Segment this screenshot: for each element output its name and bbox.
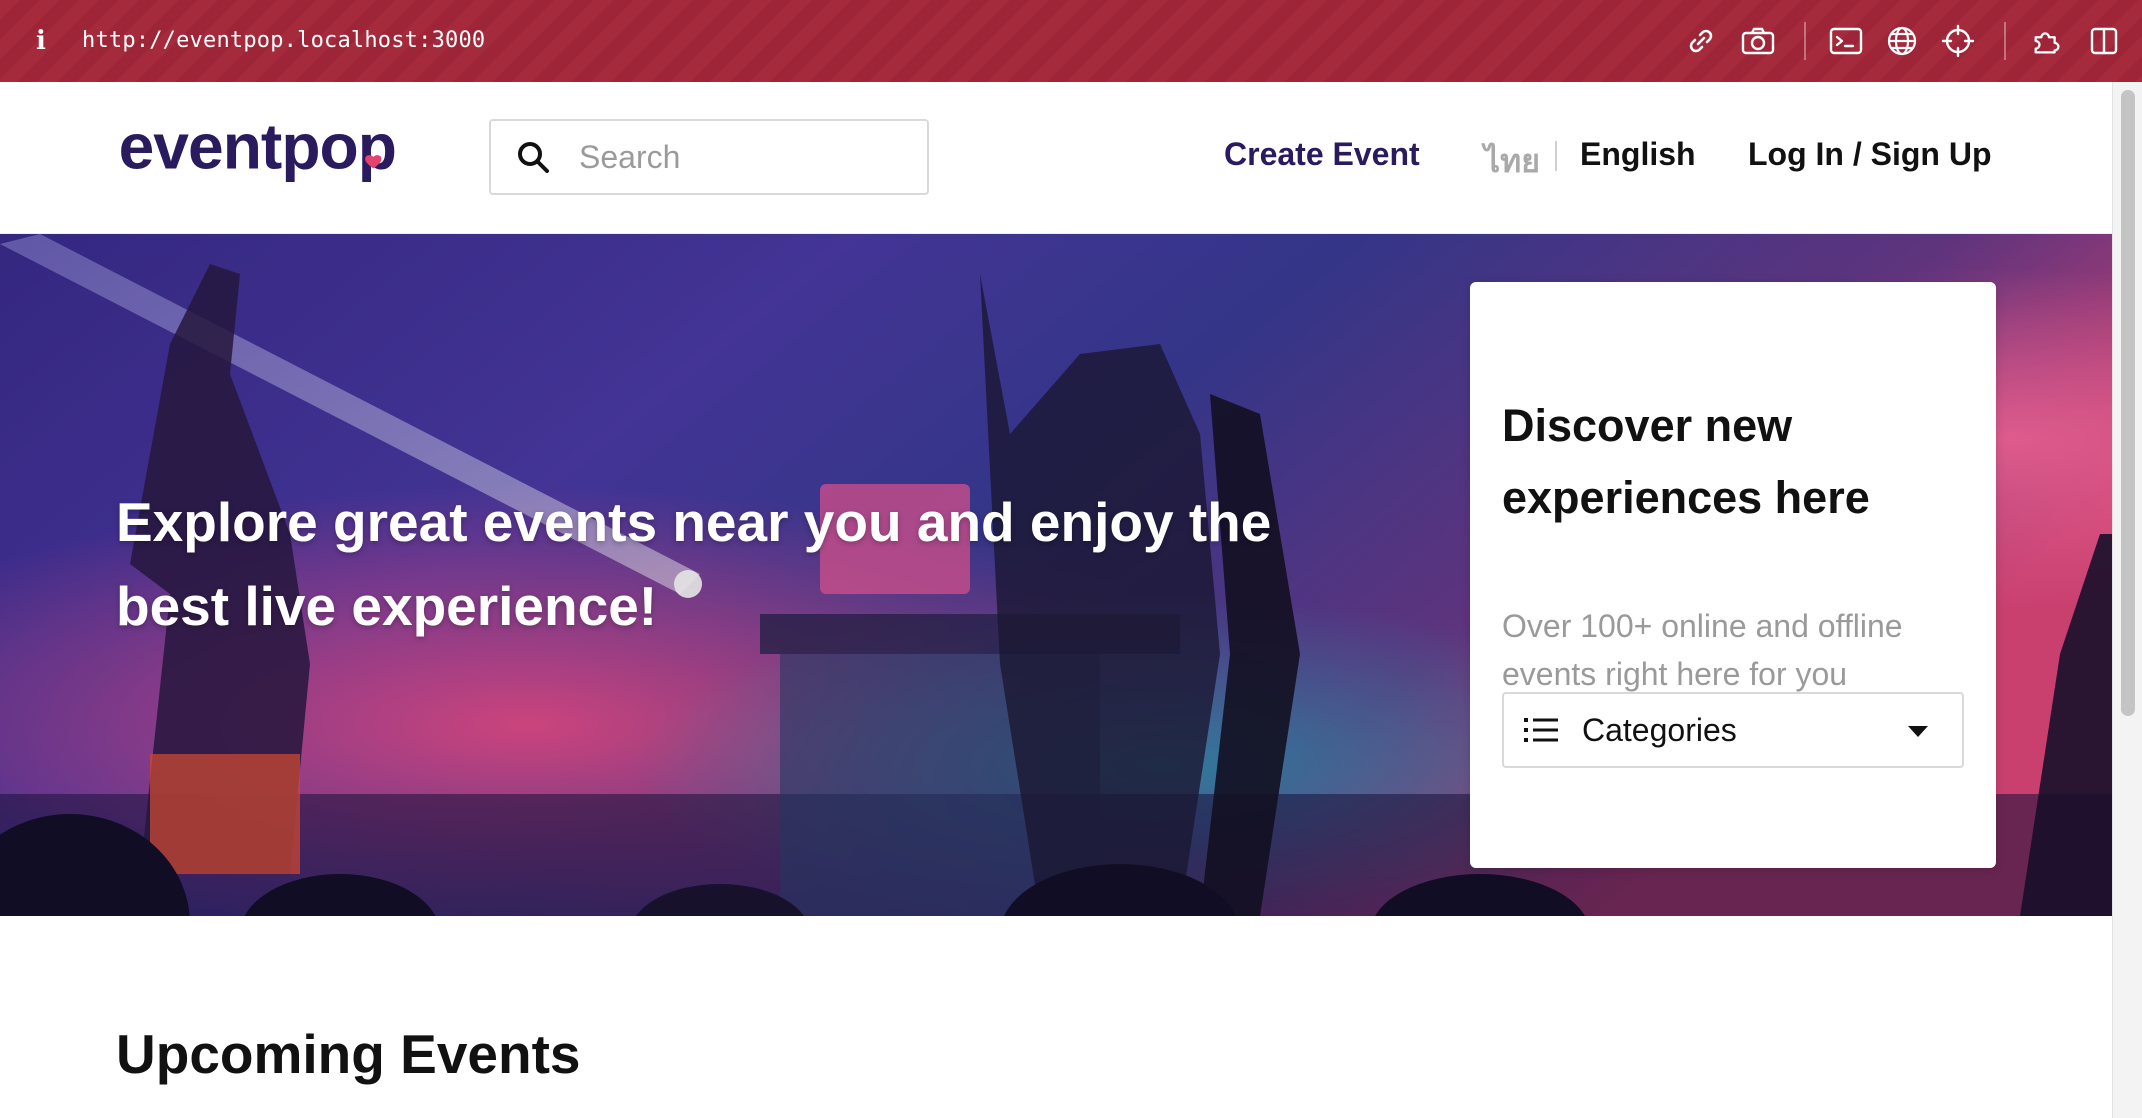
address-bar-url[interactable]: http://eventpop.localhost:3000	[82, 28, 485, 53]
language-thai[interactable]: ไทย	[1484, 136, 1540, 187]
search-input[interactable]	[579, 138, 899, 176]
upcoming-events-heading: Upcoming Events	[116, 1023, 581, 1085]
eventpop-logo[interactable]: eventpop	[114, 118, 444, 188]
crosshair-icon[interactable]	[1940, 23, 1976, 59]
sidebar-icon[interactable]	[2086, 23, 2122, 59]
search-icon	[513, 137, 553, 177]
categories-label: Categories	[1582, 711, 1737, 748]
login-signup-link[interactable]: Log In / Sign Up	[1748, 136, 1992, 173]
terminal-icon[interactable]	[1828, 23, 1864, 59]
discover-card-title: Discover new experiences here	[1502, 400, 1870, 523]
browser-toolbar: i http://eventpop.localhost:3000	[0, 0, 2142, 82]
hero-headline: Explore great events near you and enjoy …	[116, 491, 1272, 637]
link-icon[interactable]	[1683, 23, 1719, 59]
extensions-icon[interactable]	[2030, 23, 2066, 59]
logo-text: eventpop	[119, 118, 396, 183]
page-scrollbar[interactable]	[2112, 82, 2142, 1118]
scrollbar-thumb[interactable]	[2121, 90, 2135, 716]
globe-icon[interactable]	[1884, 23, 1920, 59]
list-icon	[1524, 715, 1558, 745]
categories-dropdown[interactable]: Categories	[1502, 692, 1964, 768]
language-english[interactable]: English	[1580, 136, 1696, 173]
site-header: eventpop Create Event ไทย English Log In…	[0, 82, 2112, 234]
discover-card-subtitle: Over 100+ online and offline events righ…	[1502, 608, 1903, 692]
camera-icon[interactable]	[1740, 23, 1776, 59]
create-event-link[interactable]: Create Event	[1224, 136, 1420, 173]
language-divider	[1555, 141, 1557, 171]
site-info-icon[interactable]: i	[36, 26, 46, 56]
discover-card: Discover new experiences here Over 100+ …	[1470, 282, 1996, 868]
search-bar[interactable]	[489, 119, 929, 195]
page-viewport: eventpop Create Event ไทย English Log In…	[0, 82, 2112, 1118]
hero-banner: Explore great events near you and enjoy …	[0, 234, 2112, 916]
chevron-down-icon	[1908, 726, 1928, 737]
